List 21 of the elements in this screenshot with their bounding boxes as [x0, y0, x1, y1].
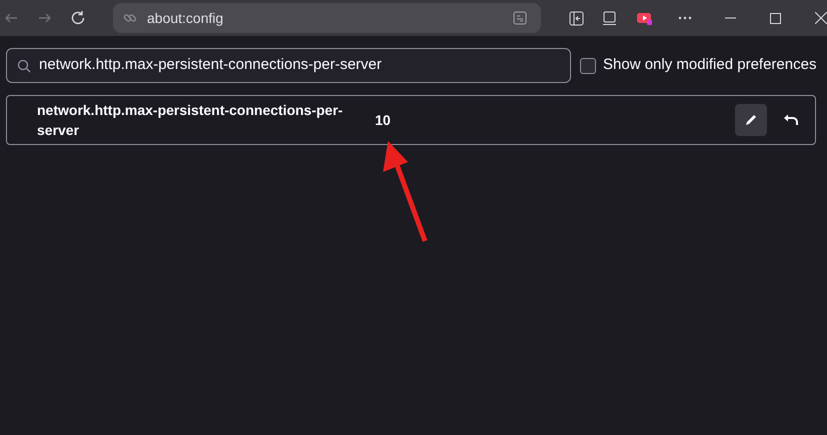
laptop-icon[interactable]	[602, 10, 617, 26]
search-input: network.http.max-persistent-connections-per-server	[39, 54, 570, 77]
edit-button[interactable]	[735, 104, 767, 136]
video-icon[interactable]	[636, 10, 653, 26]
checkbox[interactable]	[580, 58, 596, 74]
undo-icon	[783, 114, 799, 126]
checkbox-label[interactable]: Show only modified preferences	[603, 54, 816, 77]
maximize-icon[interactable]	[770, 12, 781, 24]
reload-icon[interactable]	[70, 10, 86, 26]
preference-value: 10	[375, 110, 391, 130]
search-icon	[17, 58, 31, 72]
pencil-icon	[744, 113, 758, 127]
reader-icon[interactable]	[513, 11, 527, 25]
more-icon[interactable]	[678, 16, 692, 20]
address-bar[interactable]: about:config	[113, 3, 541, 33]
search-field[interactable]: network.http.max-persistent-connections-per-server	[6, 48, 571, 83]
close-icon[interactable]	[815, 12, 827, 24]
preference-name: network.http.max-persistent-connections-per-server	[37, 101, 344, 140]
sidebar-icon[interactable]	[569, 10, 584, 26]
address-text: about:config	[147, 8, 224, 28]
minimize-icon[interactable]	[725, 17, 736, 19]
